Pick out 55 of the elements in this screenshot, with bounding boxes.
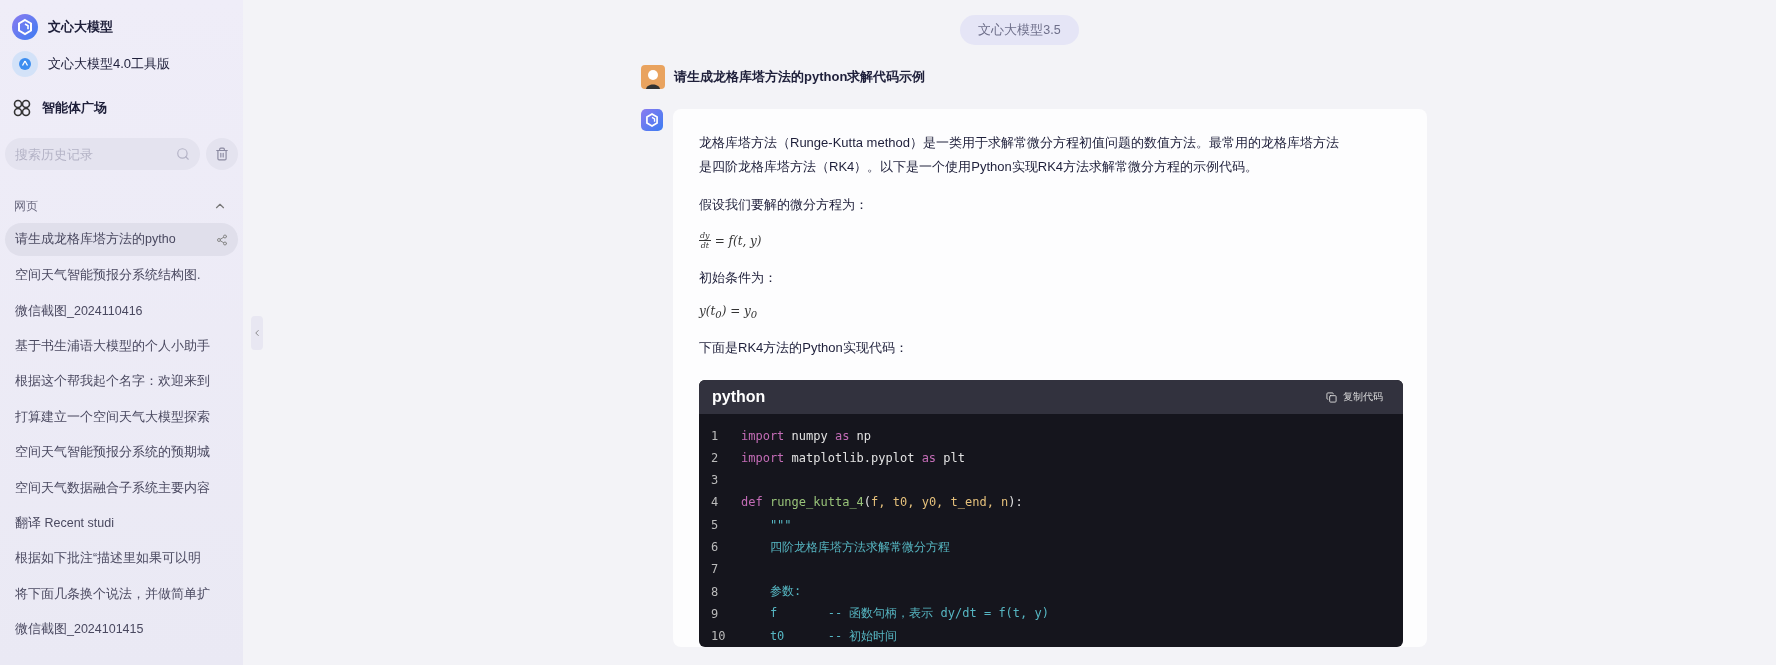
line-number: 9 (711, 606, 720, 621)
history-item[interactable]: 请生成龙格库塔方法的pytho (5, 223, 238, 256)
line-number: 10 (711, 629, 727, 644)
history-item[interactable]: 打算建立一个空间天气大模型探索 (5, 399, 238, 435)
answer-paragraph: 龙格库塔方法（Runge-Kutta method）是一类用于求解常微分方程初值问题的数值方法。最常用的龙格库塔方法是四阶龙格库塔方法（RK4）。以下是一个使用Python实现RK4方法求解常微分方程的示例代码。 (699, 134, 1340, 176)
copy-icon (1326, 391, 1337, 403)
history-item[interactable]: 空间天气智能预报分系统的预期城 (5, 434, 238, 471)
copy-code-button[interactable]: 复制代码 (1326, 390, 1383, 405)
history-item[interactable]: 空间天气数据融合子系统主要内容 (5, 470, 238, 506)
history-item[interactable]: 将下面几条换个说法，并做简单扩 (5, 576, 238, 612)
answer-paragraph: 下面是RK4方法的Python实现代码： (699, 339, 909, 358)
model-badge: 文心大模型3.5 (960, 15, 1079, 45)
code-line: import matplotlib.pyplot as plt (741, 450, 965, 465)
line-number: 5 (711, 517, 720, 532)
history-item[interactable]: 微信截图_2024101415 (5, 611, 238, 648)
chevron-left-icon (252, 327, 262, 338)
tool-version-icon (12, 51, 38, 77)
line-number: 7 (711, 562, 720, 577)
line-number: 3 (711, 473, 720, 488)
line-number: 2 (711, 450, 720, 465)
code-line: f -- 函数句柄，表示 dy/dt = f(t, y) (768, 605, 1049, 623)
agent-square-link[interactable]: 智能体广场 (42, 99, 107, 117)
line-number: 4 (711, 495, 720, 510)
code-line: 参数: (768, 583, 802, 601)
history-item[interactable]: 翻译 Recent studi (5, 505, 238, 542)
sidebar-toggle[interactable] (251, 315, 263, 350)
share-icon[interactable] (216, 233, 228, 246)
answer-paragraph: 假设我们要解的微分方程为： (699, 196, 869, 214)
logo-icon (12, 14, 38, 40)
user-question: 请生成龙格库塔方法的python求解代码示例 (674, 68, 926, 86)
code-line: import numpy as np (741, 428, 872, 443)
code-line: t0 -- 初始时间 (768, 627, 898, 645)
grid-icon (12, 98, 32, 118)
history-item[interactable]: 基于书生浦语大模型的个人小助手 (5, 328, 238, 365)
history-item[interactable]: 空间天气智能预报分系统结构图. (5, 258, 238, 294)
trash-icon (215, 147, 229, 161)
tool-version-link[interactable]: 文心大模型4.0工具版 (48, 55, 171, 73)
delete-button[interactable] (206, 138, 238, 170)
code-line: def runge_kutta_4(f, t0, y0, t_end, n): (741, 495, 1023, 510)
history-item[interactable]: 根据这个帮我起个名字：欢迎来到 (5, 364, 238, 400)
code-line: 四阶龙格库塔方法求解常微分方程 (768, 538, 950, 556)
equation: y(t$_{0}$) = y$_{0}$ (699, 304, 759, 321)
brand-name[interactable]: 文心大模型 (48, 18, 113, 36)
search-icon (176, 147, 190, 161)
line-number: 1 (711, 428, 720, 443)
code-line: """ (768, 517, 792, 532)
code-language: python (712, 388, 766, 407)
line-number: 8 (711, 584, 720, 599)
bot-avatar-icon (641, 109, 663, 131)
answer-paragraph: 初始条件为： (699, 269, 778, 287)
history-item[interactable]: 根据如下批注“描述里如果可以明 (5, 541, 238, 577)
section-title: 网页 (14, 197, 38, 215)
user-avatar (641, 65, 665, 89)
history-item[interactable]: 微信截图_2024110416 (5, 293, 238, 329)
line-number: 6 (711, 540, 720, 554)
